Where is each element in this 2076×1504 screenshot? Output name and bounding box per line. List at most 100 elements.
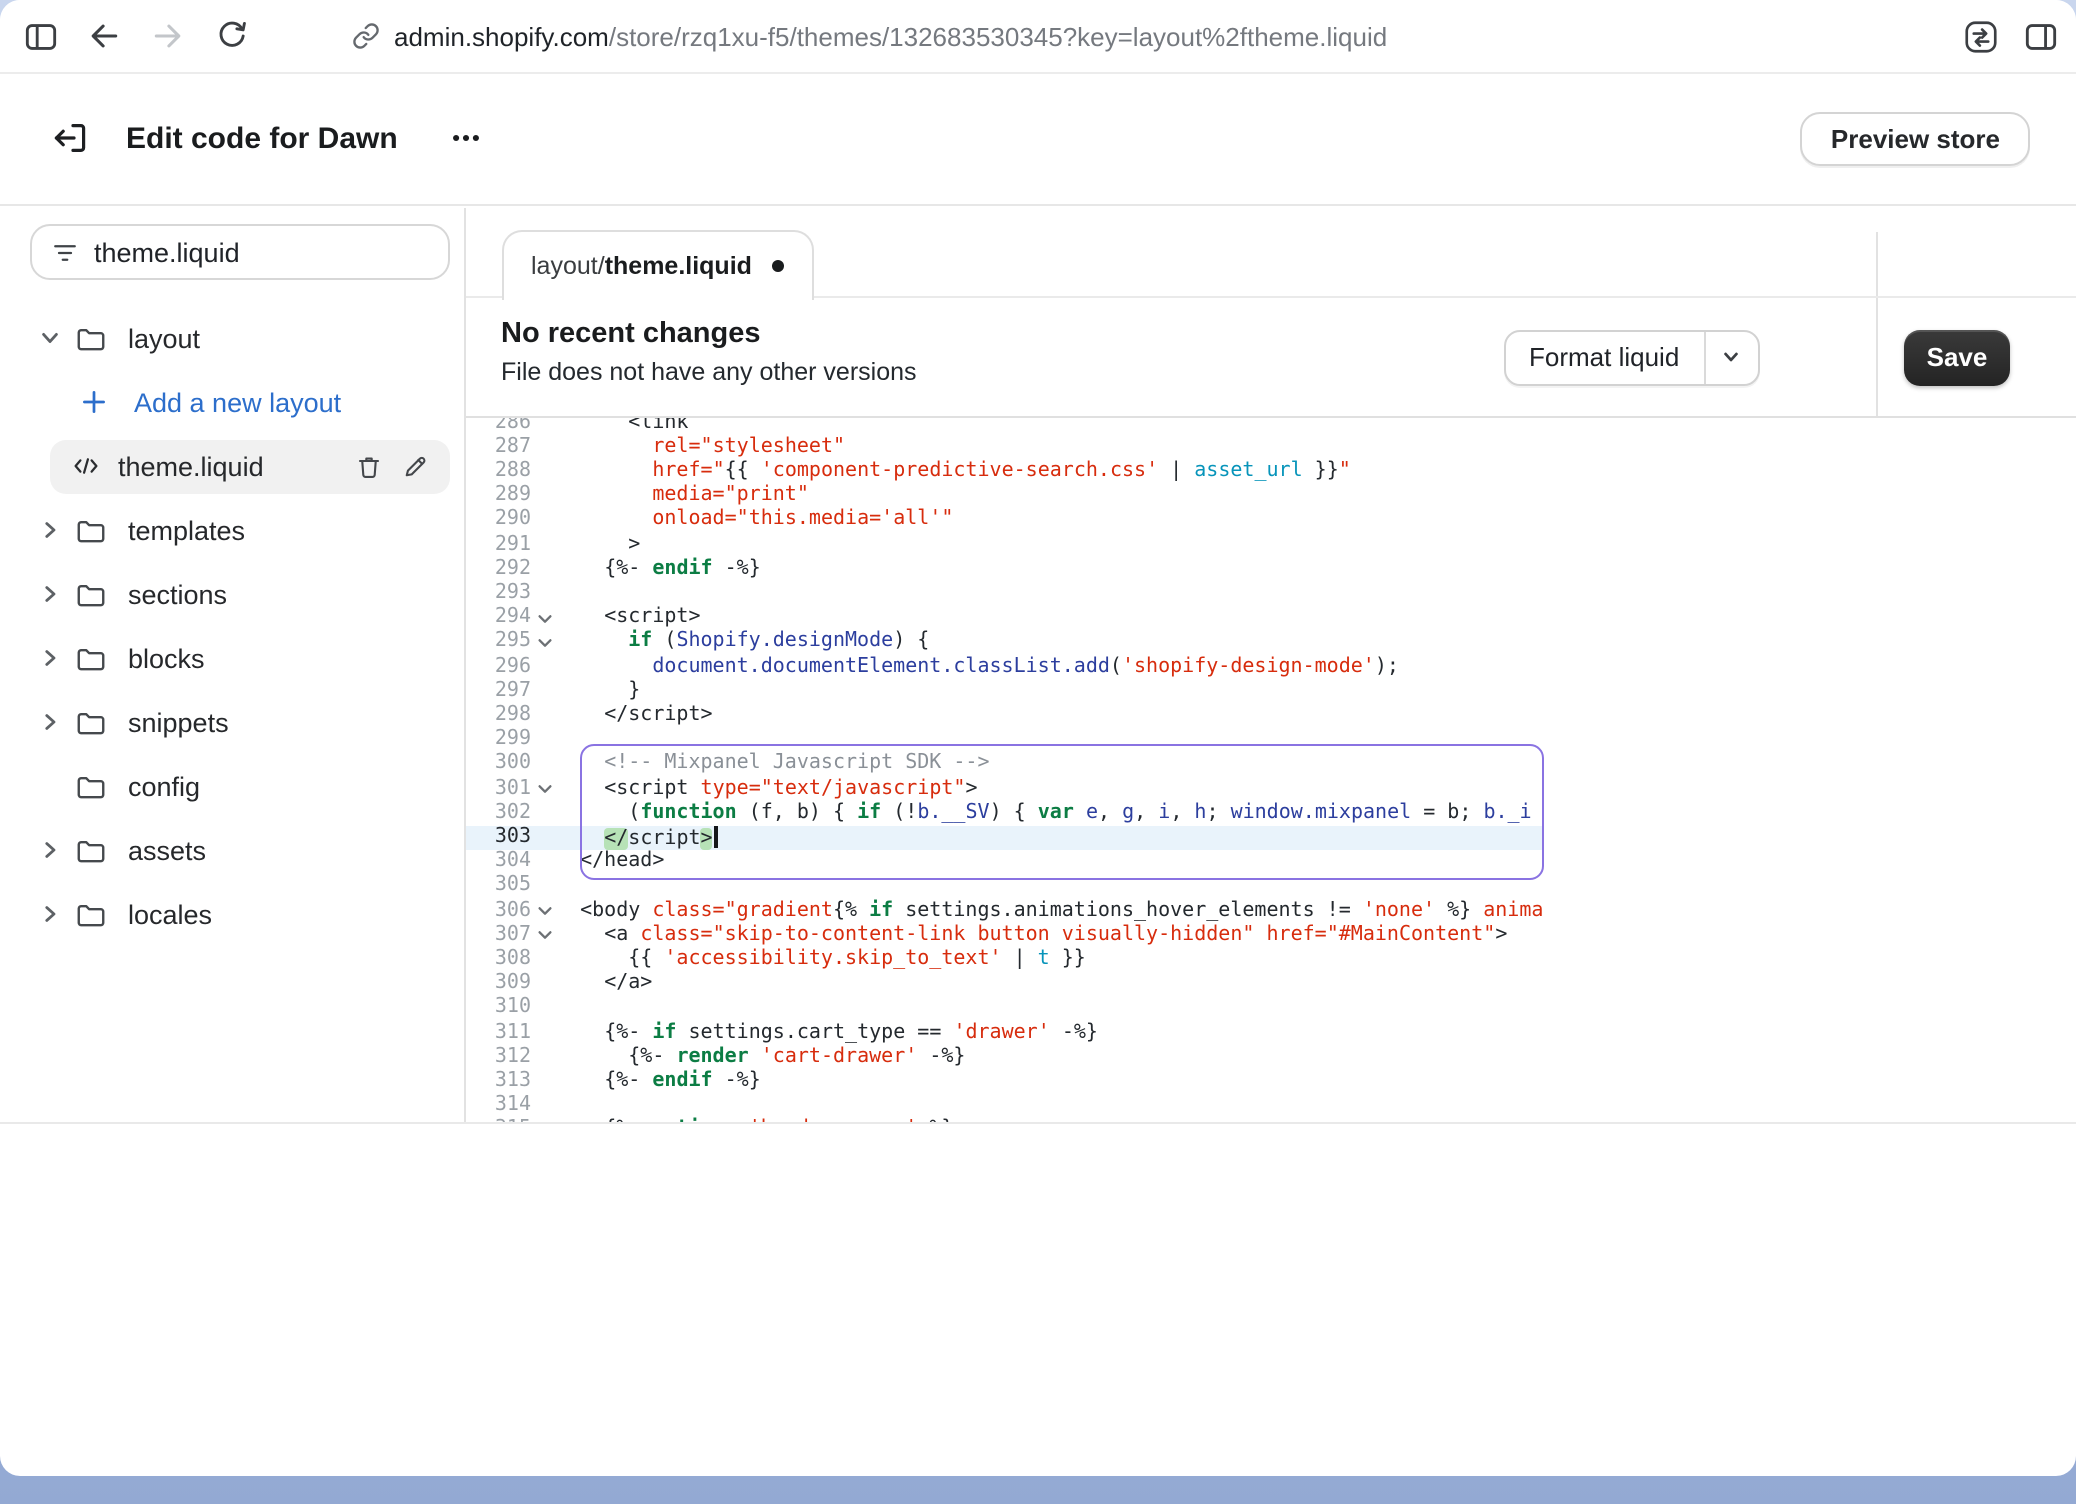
file-filter-box[interactable] — [30, 224, 449, 280]
code-line[interactable]: 295 if (Shopify.designMode) { — [465, 631, 2076, 655]
sidebar-item-label: sections — [128, 579, 227, 609]
line-number: 299 — [465, 728, 531, 752]
status-title: No recent changes — [501, 297, 2076, 349]
fold-chevron-icon[interactable] — [535, 634, 553, 652]
line-number: 291 — [465, 533, 531, 557]
chevron-right-icon[interactable] — [28, 582, 72, 606]
save-button[interactable]: Save — [1904, 329, 2010, 385]
code-line[interactable]: 299 — [465, 728, 2076, 752]
chevron-down-icon[interactable] — [1703, 331, 1757, 383]
code-text: document.documentElement.classList.add('… — [556, 655, 1399, 679]
tab-path-prefix: layout/ — [531, 251, 605, 279]
code-line[interactable]: 289 media="print" — [465, 484, 2076, 508]
desktop-background: admin.shopify.com/store/rzq1xu-f5/themes… — [0, 0, 2076, 1504]
code-line[interactable]: 307 <a class="skip-to-content-link butto… — [465, 923, 2076, 947]
page-title: Edit code for Dawn — [126, 122, 398, 156]
code-line[interactable]: 292 {%- endif -%} — [465, 557, 2076, 581]
link-icon — [352, 22, 380, 50]
tab-bar: layout/theme.liquid — [465, 207, 2076, 297]
code-line[interactable]: 313 {%- endif -%} — [465, 1070, 2076, 1094]
line-number: 287 — [465, 435, 531, 459]
folder-icon — [72, 577, 108, 611]
code-line[interactable]: 304 </head> — [465, 850, 2076, 874]
sidebar-item-label: snippets — [128, 707, 229, 737]
code-file-icon — [68, 450, 104, 482]
fold-chevron-icon[interactable] — [535, 926, 553, 944]
code-line[interactable]: 306 <body class="gradient{% if settings.… — [465, 899, 2076, 923]
format-liquid-label: Format liquid — [1505, 331, 1703, 383]
file-filter-input[interactable] — [94, 237, 429, 267]
sidebar-item-templates[interactable]: templates — [0, 498, 463, 562]
code-line[interactable]: 310 — [465, 997, 2076, 1021]
code-line[interactable]: 287 rel="stylesheet" — [465, 435, 2076, 459]
sidebar-item-theme-liquid[interactable]: theme.liquid — [50, 439, 449, 493]
folder-icon — [72, 321, 108, 355]
code-line[interactable]: 300 <!-- Mixpanel Javascript SDK --> — [465, 753, 2076, 777]
code-line[interactable]: 301 <script type="text/javascript"> — [465, 777, 2076, 801]
chevron-right-icon[interactable] — [28, 838, 72, 862]
code-line[interactable]: 303 </script> — [465, 826, 2076, 850]
add-new-layout-link[interactable]: Add a new layout — [0, 370, 463, 434]
fold-chevron-icon[interactable] — [535, 780, 553, 798]
sidebar-toggle-icon[interactable] — [16, 12, 64, 60]
code-line[interactable]: 309 </a> — [465, 972, 2076, 996]
code-line[interactable]: 314 — [465, 1094, 2076, 1118]
tab-theme-liquid[interactable]: layout/theme.liquid — [501, 229, 814, 299]
chevron-right-icon[interactable] — [28, 710, 72, 734]
forward-icon[interactable] — [144, 12, 192, 60]
url-text: admin.shopify.com/store/rzq1xu-f5/themes… — [394, 21, 1387, 51]
exit-icon[interactable] — [48, 117, 92, 161]
code-line[interactable]: 296 document.documentElement.classList.a… — [465, 655, 2076, 679]
sidebar-item-sections[interactable]: sections — [0, 562, 463, 626]
sidebar-item-config[interactable]: config — [0, 754, 463, 818]
code-text: if (Shopify.designMode) { — [556, 631, 929, 655]
preview-store-button[interactable]: Preview store — [1801, 112, 2030, 166]
chevron-right-icon[interactable] — [28, 646, 72, 670]
code-text: <body class="gradient{% if settings.anim… — [556, 899, 1543, 923]
sidebar-item-snippets[interactable]: snippets — [0, 690, 463, 754]
address-bar[interactable]: admin.shopify.com/store/rzq1xu-f5/themes… — [352, 21, 1387, 51]
code-text: {% sections 'header-group' %} — [556, 1119, 953, 1121]
code-line[interactable]: 297 } — [465, 679, 2076, 703]
code-text: <script> — [556, 606, 701, 630]
code-line[interactable]: 308 {{ 'accessibility.skip_to_text' | t … — [465, 948, 2076, 972]
sidebar-item-layout[interactable]: layout — [0, 306, 463, 370]
code-line[interactable]: 298 </script> — [465, 704, 2076, 728]
code-line[interactable]: 312 {%- render 'cart-drawer' -%} — [465, 1045, 2076, 1069]
code-line[interactable]: 311 {%- if settings.cart_type == 'drawer… — [465, 1021, 2076, 1045]
code-line[interactable]: 293 — [465, 582, 2076, 606]
fold-chevron-icon[interactable] — [535, 902, 553, 920]
fold-chevron-icon[interactable] — [535, 609, 553, 627]
extensions-icon[interactable] — [1956, 12, 2004, 60]
code-line[interactable]: 290 onload="this.media='all'" — [465, 509, 2076, 533]
sidebar-item-label: config — [128, 771, 200, 801]
split-view-icon[interactable] — [2016, 12, 2064, 60]
code-line[interactable]: 294 <script> — [465, 606, 2076, 630]
code-text: {%- render 'cart-drawer' -%} — [556, 1045, 966, 1069]
delete-file-icon[interactable] — [349, 446, 389, 486]
code-editor[interactable]: 286 <link287 rel="stylesheet"288 href="{… — [465, 418, 2076, 1121]
code-line[interactable]: 288 href="{{ 'component-predictive-searc… — [465, 460, 2076, 484]
sidebar-item-locales[interactable]: locales — [0, 882, 463, 946]
url-domain: admin.shopify.com — [394, 21, 609, 51]
format-liquid-button[interactable]: Format liquid — [1503, 329, 1759, 385]
back-icon[interactable] — [80, 12, 128, 60]
edit-file-icon[interactable] — [395, 446, 435, 486]
sidebar-item-blocks[interactable]: blocks — [0, 626, 463, 690]
line-number: 308 — [465, 948, 531, 972]
sidebar-item-label: layout — [128, 323, 200, 353]
code-line[interactable]: 291 > — [465, 533, 2076, 557]
more-actions-icon[interactable] — [442, 119, 490, 159]
chevron-right-icon[interactable] — [28, 518, 72, 542]
code-line[interactable]: 302 (function (f, b) { if (!b.__SV) { va… — [465, 801, 2076, 825]
reload-icon[interactable] — [208, 12, 256, 60]
chevron-down-icon[interactable] — [28, 326, 72, 350]
code-line[interactable]: 286 <link — [465, 418, 2076, 435]
sidebar-item-assets[interactable]: assets — [0, 818, 463, 882]
folder-icon — [72, 705, 108, 739]
code-line[interactable]: 315 {% sections 'header-group' %} — [465, 1119, 2076, 1121]
code-text: <link — [556, 418, 688, 435]
code-line[interactable]: 305 — [465, 875, 2076, 899]
chevron-right-icon[interactable] — [28, 902, 72, 926]
line-number: 303 — [465, 826, 531, 850]
